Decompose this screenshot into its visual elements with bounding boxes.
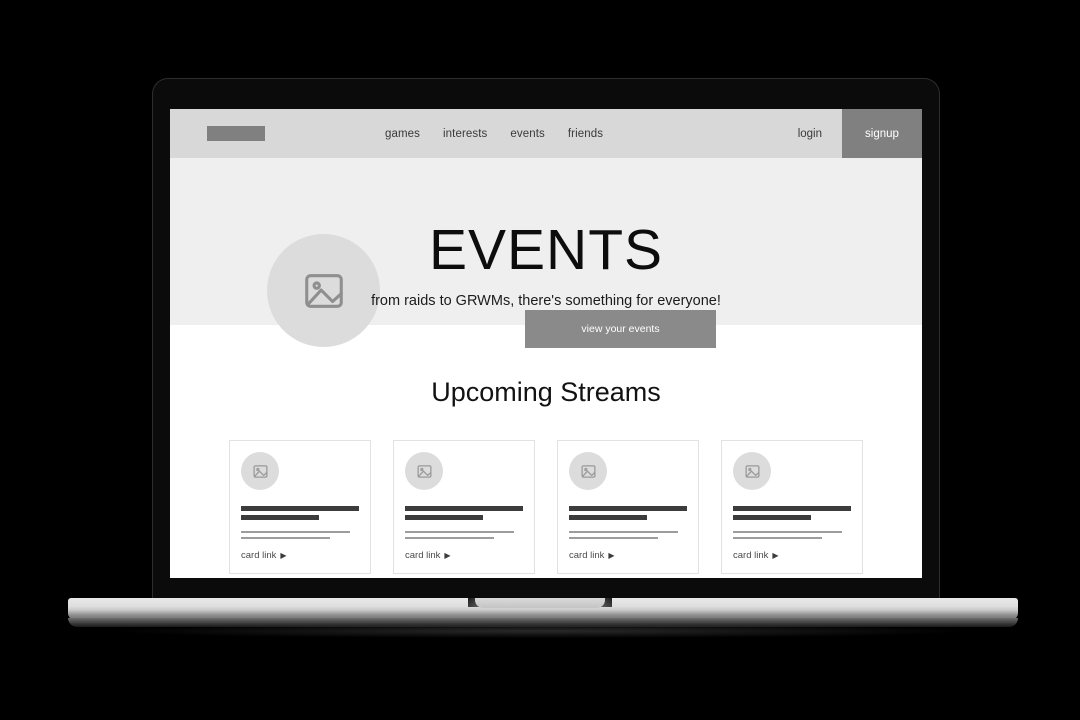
card-link-label: card link <box>241 550 277 561</box>
card-link[interactable]: card link ▶ <box>733 550 779 561</box>
nav-link-friends[interactable]: friends <box>568 128 603 140</box>
upcoming-streams-section: Upcoming Streams card link ▶ card link ▶… <box>170 325 922 574</box>
play-arrow-icon: ▶ <box>280 550 287 560</box>
card-placeholder-lines <box>569 506 687 539</box>
card-thumbnail-placeholder <box>241 452 279 490</box>
card-thumbnail-placeholder <box>405 452 443 490</box>
card-title-line <box>405 515 483 520</box>
hero-subtitle: from raids to GRWMs, there's something f… <box>371 292 721 309</box>
stream-card[interactable]: card link ▶ <box>229 440 371 574</box>
card-body-line <box>733 531 842 533</box>
card-link-label: card link <box>569 550 605 561</box>
card-link[interactable]: card link ▶ <box>569 550 615 561</box>
card-thumbnail-placeholder <box>569 452 607 490</box>
view-your-events-button[interactable]: view your events <box>525 310 716 348</box>
play-arrow-icon: ▶ <box>608 550 615 560</box>
image-placeholder-icon <box>252 464 268 478</box>
play-arrow-icon: ▶ <box>444 550 451 560</box>
card-title-line <box>241 506 359 511</box>
image-placeholder-icon <box>416 464 432 478</box>
card-title-line <box>733 506 851 511</box>
play-arrow-icon: ▶ <box>772 550 779 560</box>
card-body-line <box>569 531 678 533</box>
site-navbar: games interests events friends login sig… <box>170 109 922 158</box>
nav-link-interests[interactable]: interests <box>443 128 487 140</box>
card-body-line <box>241 531 350 533</box>
card-body-line <box>405 531 514 533</box>
card-title-line <box>241 515 319 520</box>
card-body-line <box>241 537 330 539</box>
hero-text-block: EVENTS from raids to GRWMs, there's some… <box>170 218 922 309</box>
card-body-line <box>733 537 822 539</box>
card-title-line <box>569 515 647 520</box>
login-link[interactable]: login <box>778 109 842 158</box>
laptop-mockup: games interests events friends login sig… <box>0 0 1080 720</box>
stream-cards-row: card link ▶ card link ▶ card link ▶ card… <box>170 440 922 574</box>
laptop-base-notch <box>475 598 605 608</box>
card-body-line <box>569 537 658 539</box>
card-link[interactable]: card link ▶ <box>241 550 287 561</box>
nav-link-events[interactable]: events <box>510 128 544 140</box>
nav-link-games[interactable]: games <box>385 128 420 140</box>
signup-button[interactable]: signup <box>842 109 922 158</box>
card-link-label: card link <box>405 550 441 561</box>
card-title-line <box>733 515 811 520</box>
hero-section: EVENTS from raids to GRWMs, there's some… <box>170 158 922 347</box>
card-thumbnail-placeholder <box>733 452 771 490</box>
stream-card[interactable]: card link ▶ <box>721 440 863 574</box>
screenshot-stage: games interests events friends login sig… <box>0 0 1080 720</box>
site-logo-placeholder[interactable] <box>207 126 265 141</box>
card-placeholder-lines <box>405 506 523 539</box>
primary-nav-links: games interests events friends <box>385 109 603 158</box>
card-placeholder-lines <box>733 506 851 539</box>
card-title-line <box>569 506 687 511</box>
card-title-line <box>405 506 523 511</box>
image-placeholder-icon <box>580 464 596 478</box>
logo-area[interactable] <box>170 109 385 158</box>
upcoming-streams-heading: Upcoming Streams <box>431 377 661 407</box>
laptop-base-shadow <box>120 624 960 638</box>
laptop-screen: games interests events friends login sig… <box>170 109 922 578</box>
card-link[interactable]: card link ▶ <box>405 550 451 561</box>
card-body-line <box>405 537 494 539</box>
stream-card[interactable]: card link ▶ <box>557 440 699 574</box>
image-placeholder-icon <box>744 464 760 478</box>
card-placeholder-lines <box>241 506 359 539</box>
stream-card[interactable]: card link ▶ <box>393 440 535 574</box>
hero-title: EVENTS <box>428 218 664 282</box>
card-link-label: card link <box>733 550 769 561</box>
